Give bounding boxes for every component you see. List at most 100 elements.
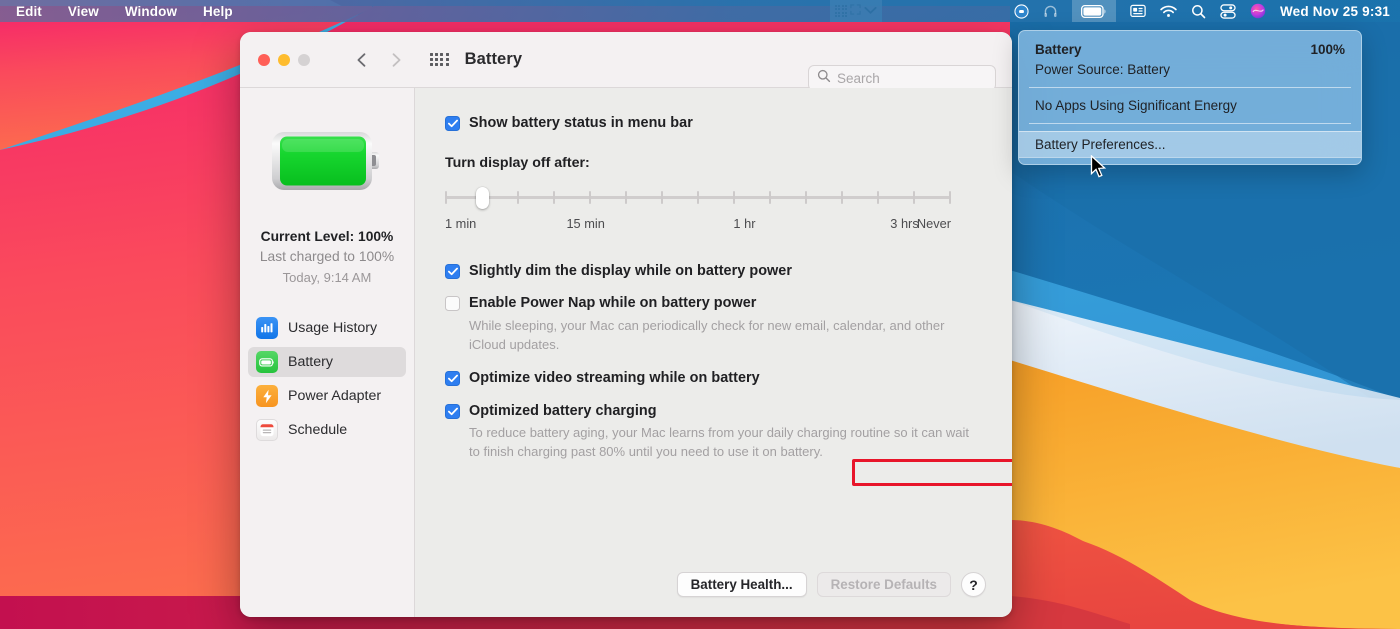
battery-preferences-window: Battery Search Current Level: 100% Last … — [240, 32, 1012, 617]
slider-tick — [625, 190, 627, 204]
checkbox-checked-icon[interactable] — [445, 116, 460, 131]
sidebar-item-schedule[interactable]: Schedule — [248, 415, 406, 445]
menu-bar-status-area: Wed Nov 25 9:31 — [1014, 0, 1400, 22]
battery-menu-apps-energy: No Apps Using Significant Energy — [1019, 95, 1361, 116]
navigation-buttons — [354, 52, 404, 68]
checkbox-slightly-dim[interactable]: Slightly dim the display while on batter… — [445, 262, 982, 281]
wifi-icon[interactable] — [1160, 5, 1177, 18]
slider-tick — [877, 190, 879, 204]
close-button[interactable] — [258, 53, 270, 66]
slider-tick — [445, 190, 447, 204]
slider-tick — [661, 190, 663, 204]
help-button[interactable]: ? — [961, 572, 986, 597]
checkbox-unchecked-icon[interactable] — [445, 296, 460, 312]
headphones-icon[interactable] — [1043, 4, 1058, 19]
option-slightly-dim: Slightly dim the display while on batter… — [445, 262, 982, 281]
option-help-text: To reduce battery aging, your Mac learns… — [469, 425, 970, 460]
large-green-battery-icon — [270, 126, 384, 201]
battery-preferences-label: Battery Preferences... — [1035, 137, 1166, 152]
display-icon[interactable] — [1130, 4, 1146, 18]
checkbox-optimized-battery-charging[interactable]: Optimized battery charging — [445, 402, 982, 421]
window-footer: Battery Health... Restore Defaults ? — [676, 572, 986, 597]
zoom-button — [298, 53, 310, 66]
restore-defaults-button: Restore Defaults — [816, 572, 951, 597]
traffic-lights — [258, 53, 310, 66]
slider-tick-label: 15 min — [566, 215, 605, 231]
sidebar-item-usage-history[interactable]: Usage History — [248, 313, 406, 343]
menu-item-help[interactable]: Help — [203, 4, 233, 19]
menu-item-battery-preferences[interactable]: Battery Preferences... — [1019, 131, 1361, 158]
menu-bar-clock[interactable]: Wed Nov 25 9:31 — [1280, 4, 1390, 19]
siri-icon[interactable] — [1250, 3, 1266, 19]
slider-tick-label: 1 min — [445, 215, 477, 231]
slider-thumb[interactable] — [476, 186, 489, 209]
checkbox-checked-icon[interactable] — [445, 370, 460, 386]
schedule-calendar-icon — [256, 419, 278, 442]
search-icon[interactable] — [1191, 4, 1206, 19]
battery-health-button[interactable]: Battery Health... — [676, 572, 807, 597]
battery-icon — [256, 351, 278, 374]
battery-menu-header: Battery 100% — [1019, 37, 1361, 59]
desktop: Edit View Window Help Wed Nov 25 9:31 Ba… — [0, 0, 1400, 629]
slider-tick-label: 3 hrs — [890, 215, 919, 231]
power-adapter-bolt-icon — [256, 385, 278, 408]
last-charged-text: Last charged to 100% — [259, 249, 395, 265]
menu-item-window[interactable]: Window — [125, 4, 177, 19]
battery-icon[interactable] — [1071, 0, 1116, 22]
show-all-grid-icon[interactable] — [430, 52, 449, 67]
sidebar-item-label: Battery — [288, 354, 333, 371]
menu-item-edit[interactable]: Edit — [16, 4, 42, 19]
forward-chevron-icon — [388, 52, 404, 68]
slider-tick-label: 1 hr — [733, 215, 756, 231]
annotation-highlight-box — [852, 459, 1012, 486]
checkbox-checked-icon[interactable] — [445, 263, 460, 279]
battery-status-menu: Battery 100% Power Source: Battery No Ap… — [1018, 30, 1362, 165]
slider-tick — [841, 190, 843, 204]
search-placeholder: Search — [837, 70, 880, 86]
battery-level-info: Current Level: 100% Last charged to 100%… — [260, 227, 394, 287]
slider-tick — [697, 190, 699, 204]
option-power-nap: Enable Power Nap while on battery power … — [445, 294, 982, 354]
apps-energy-label: No Apps Using Significant Energy — [1035, 98, 1237, 113]
display-sleep-slider-section: Turn display off after: 1 min 15 min 1 hr 3… — [445, 155, 982, 232]
last-charged-time: Today, 9:14 AM — [282, 269, 372, 285]
search-icon — [817, 69, 831, 88]
slider-tick — [949, 190, 951, 204]
option-help-text: While sleeping, your Mac can periodicall… — [469, 318, 945, 352]
slider-tick — [553, 190, 555, 204]
slider-tick-label: Never — [916, 215, 951, 231]
checkbox-show-battery-status[interactable]: Show battery status in menu bar — [445, 114, 982, 133]
control-center-icon[interactable] — [1220, 3, 1236, 19]
checkbox-label: Optimized battery charging — [469, 402, 657, 419]
display-sleep-slider[interactable] — [445, 186, 951, 209]
slider-tick — [769, 190, 771, 204]
power-source-label: Power Source: Battery — [1035, 62, 1171, 77]
checkbox-label: Show battery status in menu bar — [469, 115, 693, 131]
sidebar-item-label: Usage History — [288, 320, 378, 337]
menu-bar-items: Edit View Window Help — [16, 4, 233, 19]
window-titlebar: Battery Search — [240, 32, 1012, 91]
checkbox-label: Enable Power Nap while on battery power — [469, 295, 757, 312]
slider-tick — [733, 190, 735, 204]
main-pane: Show battery status in menu bar Turn dis… — [415, 88, 1012, 617]
current-level-text: Current Level: 100% — [260, 229, 394, 244]
menu-bar: Edit View Window Help Wed Nov 25 9:31 — [0, 0, 1400, 22]
accessibility-icon[interactable] — [1014, 3, 1029, 19]
usage-history-icon — [256, 317, 278, 340]
window-body: Current Level: 100% Last charged to 100%… — [240, 88, 1012, 617]
sidebar-item-power-adapter[interactable]: Power Adapter — [248, 381, 406, 411]
menu-item-view[interactable]: View — [68, 4, 99, 19]
sidebar-item-battery[interactable]: Battery — [248, 347, 406, 378]
minimize-button[interactable] — [278, 53, 290, 66]
option-optimize-video: Optimize video streaming while on batter… — [445, 369, 982, 388]
menu-divider-2 — [1029, 123, 1351, 124]
checkbox-power-nap[interactable]: Enable Power Nap while on battery power — [445, 294, 982, 313]
checkbox-checked-icon[interactable] — [445, 403, 460, 419]
slider-tick — [913, 190, 915, 204]
mouse-cursor — [1090, 154, 1107, 184]
option-optimized-battery-charging: Optimized battery charging To reduce bat… — [445, 402, 982, 462]
checkbox-optimize-video-streaming[interactable]: Optimize video streaming while on batter… — [445, 369, 982, 388]
back-chevron-icon[interactable] — [354, 52, 370, 68]
slider-tick — [805, 190, 807, 204]
sidebar-nav: Usage History Battery Power Adapter Sche… — [240, 313, 414, 445]
